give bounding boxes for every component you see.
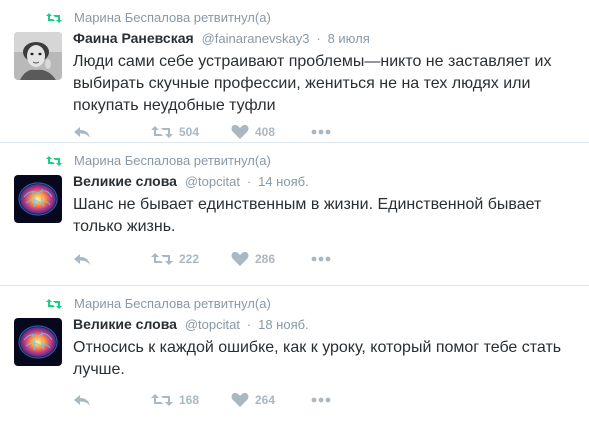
retweet-context: Марина Беспалова ретвитнул(а) bbox=[46, 153, 271, 168]
tweet[interactable]: Марина Беспалова ретвитнул(а) Великие сл… bbox=[0, 143, 589, 286]
retweet-icon bbox=[151, 253, 173, 265]
tweet-time[interactable]: 8 июля bbox=[328, 31, 370, 46]
retweet-context: Марина Беспалова ретвитнул(а) bbox=[46, 10, 271, 25]
retweet-icon bbox=[46, 298, 62, 310]
tweet-text: Относись к каждой ошибке, как к уроку, к… bbox=[73, 339, 562, 378]
tweet-time[interactable]: 18 нояб. bbox=[258, 317, 309, 332]
tweet[interactable]: Марина Беспалова ретвитнул(а) Фаина Ране… bbox=[0, 0, 589, 143]
retweet-context-label[interactable]: Марина Беспалова ретвитнул(а) bbox=[74, 153, 271, 168]
avatar[interactable] bbox=[14, 318, 62, 366]
author-name[interactable]: Великие слова bbox=[73, 173, 177, 189]
like-button[interactable]: 286 bbox=[231, 251, 311, 267]
retweet-icon bbox=[151, 126, 173, 138]
like-button[interactable]: 408 bbox=[231, 124, 311, 140]
separator-dot: · bbox=[246, 174, 252, 189]
tweet-header: Великие слова @topcitat · 14 нояб. bbox=[73, 173, 309, 189]
tweet-header: Фаина Раневская @fainaranevskay3 · 8 июл… bbox=[73, 30, 370, 46]
reply-button[interactable] bbox=[73, 125, 91, 139]
more-button[interactable] bbox=[311, 129, 331, 135]
author-handle[interactable]: @fainaranevskay3 bbox=[202, 31, 310, 46]
reply-icon bbox=[74, 395, 90, 406]
retweet-icon bbox=[46, 12, 62, 24]
like-button[interactable]: 264 bbox=[231, 392, 311, 408]
heart-icon bbox=[231, 251, 249, 266]
retweet-button[interactable]: 504 bbox=[151, 125, 231, 139]
retweet-button[interactable]: 168 bbox=[151, 393, 231, 407]
retweet-context-label[interactable]: Марина Беспалова ретвитнул(а) bbox=[74, 10, 271, 25]
timeline: Марина Беспалова ретвитнул(а) Фаина Ране… bbox=[0, 0, 589, 422]
tweet-actions: 504 408 bbox=[73, 124, 331, 140]
retweet-context: Марина Беспалова ретвитнул(а) bbox=[46, 296, 271, 311]
retweet-context-label[interactable]: Марина Беспалова ретвитнул(а) bbox=[74, 296, 271, 311]
tweet-text: Люди сами себе устраивают проблемы—никто… bbox=[73, 53, 552, 114]
tweet-time[interactable]: 14 нояб. bbox=[258, 174, 309, 189]
tweet-text: Шанс не бывает единственным в жизни. Еди… bbox=[73, 196, 542, 235]
reply-icon bbox=[74, 254, 90, 265]
separator-dot: · bbox=[246, 317, 252, 332]
more-button[interactable] bbox=[311, 256, 331, 262]
avatar[interactable] bbox=[14, 175, 62, 223]
like-count: 286 bbox=[255, 252, 276, 266]
tweet-actions: 222 286 bbox=[73, 251, 331, 267]
like-count: 408 bbox=[255, 125, 276, 139]
author-handle[interactable]: @topcitat bbox=[185, 174, 240, 189]
more-button[interactable] bbox=[311, 397, 331, 403]
reply-button[interactable] bbox=[73, 252, 91, 266]
retweet-count: 504 bbox=[179, 125, 200, 139]
retweet-count: 168 bbox=[179, 393, 200, 407]
retweet-icon bbox=[151, 394, 173, 406]
retweet-button[interactable]: 222 bbox=[151, 252, 231, 266]
retweet-icon bbox=[46, 155, 62, 167]
heart-icon bbox=[231, 124, 249, 139]
more-dots-icon bbox=[311, 256, 331, 262]
heart-icon bbox=[231, 392, 249, 407]
tweet-actions: 168 264 bbox=[73, 392, 331, 408]
reply-icon bbox=[74, 127, 90, 138]
author-handle[interactable]: @topcitat bbox=[185, 317, 240, 332]
avatar[interactable] bbox=[14, 32, 62, 80]
tweet[interactable]: Марина Беспалова ретвитнул(а) Великие сл… bbox=[0, 286, 589, 422]
more-dots-icon bbox=[311, 129, 331, 135]
more-dots-icon bbox=[311, 397, 331, 403]
separator-dot: · bbox=[316, 31, 321, 46]
retweet-count: 222 bbox=[179, 252, 200, 266]
tweet-header: Великие слова @topcitat · 18 нояб. bbox=[73, 316, 309, 332]
like-count: 264 bbox=[255, 393, 276, 407]
author-name[interactable]: Фаина Раневская bbox=[73, 30, 194, 46]
reply-button[interactable] bbox=[73, 393, 91, 407]
author-name[interactable]: Великие слова bbox=[73, 316, 177, 332]
